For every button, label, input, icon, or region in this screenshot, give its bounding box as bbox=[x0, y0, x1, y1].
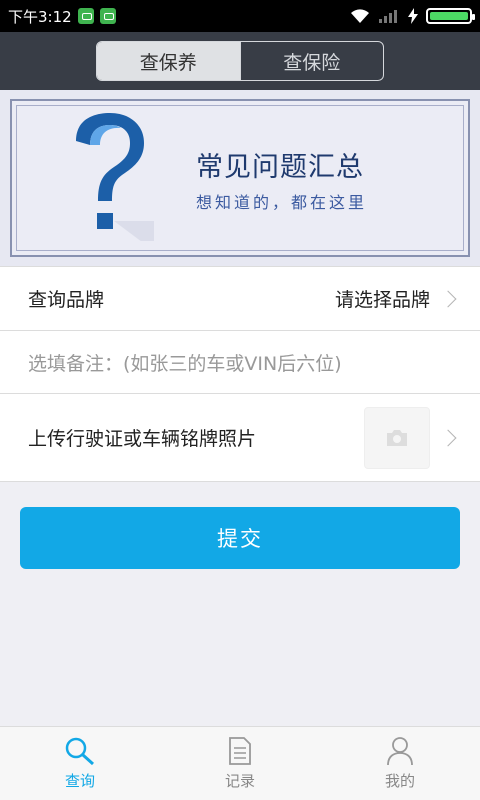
nav-item-records[interactable]: 记录 bbox=[160, 727, 320, 800]
submit-button[interactable]: 提交 bbox=[20, 507, 460, 569]
nav-item-profile[interactable]: 我的 bbox=[320, 727, 480, 800]
chevron-right-icon bbox=[439, 429, 457, 446]
banner-subtitle: 想知道的，都在这里 bbox=[196, 193, 368, 212]
status-time: 下午3:12 bbox=[8, 7, 72, 26]
segmented-control: 查保养 查保险 bbox=[96, 41, 384, 81]
query-form: 查询品牌 请选择品牌 选填备注：(如张三的车或VIN后六位) 上传行驶证或车辆铭… bbox=[0, 266, 480, 482]
header: 查保养 查保险 bbox=[0, 32, 480, 90]
nav-label-query: 查询 bbox=[64, 772, 95, 790]
bottom-nav: 查询 记录 我的 bbox=[0, 726, 480, 800]
banner-title: 常见问题汇总 bbox=[196, 152, 364, 183]
upload-label: 上传行驶证或车辆铭牌照片 bbox=[28, 428, 257, 450]
tab-insurance[interactable]: 查保险 bbox=[239, 42, 384, 80]
search-icon bbox=[65, 737, 95, 766]
notification-app-icon bbox=[99, 8, 116, 24]
tab-maintenance[interactable]: 查保养 bbox=[97, 42, 240, 80]
faq-banner[interactable]: 常见问题汇总 想知道的，都在这里 bbox=[0, 90, 480, 266]
upload-photo-row[interactable]: 上传行驶证或车辆铭牌照片 bbox=[0, 394, 480, 481]
battery-icon bbox=[426, 8, 475, 24]
status-bar: 下午3:12 bbox=[0, 0, 480, 32]
nav-label-profile: 我的 bbox=[384, 772, 415, 790]
photo-upload-button[interactable] bbox=[364, 406, 430, 469]
note-placeholder: 选填备注：(如张三的车或VIN后六位) bbox=[28, 352, 342, 375]
note-input[interactable]: 选填备注：(如张三的车或VIN后六位) bbox=[0, 331, 480, 394]
chevron-right-icon bbox=[439, 290, 457, 307]
wifi-icon bbox=[351, 9, 369, 23]
brand-label: 查询品牌 bbox=[28, 289, 105, 311]
battery-level bbox=[430, 12, 468, 20]
brand-value: 请选择品牌 bbox=[334, 289, 430, 311]
banner-frame: 常见问题汇总 想知道的，都在这里 bbox=[10, 99, 470, 257]
brand-select-row[interactable]: 查询品牌 请选择品牌 bbox=[0, 267, 480, 331]
nav-label-records: 记录 bbox=[224, 772, 255, 790]
document-icon bbox=[229, 737, 251, 765]
question-mark-icon bbox=[76, 113, 154, 241]
nav-item-query[interactable]: 查询 bbox=[0, 727, 160, 800]
signal-icon bbox=[379, 10, 397, 23]
charging-icon bbox=[408, 8, 418, 24]
notification-app-icon bbox=[77, 8, 94, 24]
camera-icon bbox=[387, 429, 407, 446]
person-icon bbox=[387, 737, 413, 766]
